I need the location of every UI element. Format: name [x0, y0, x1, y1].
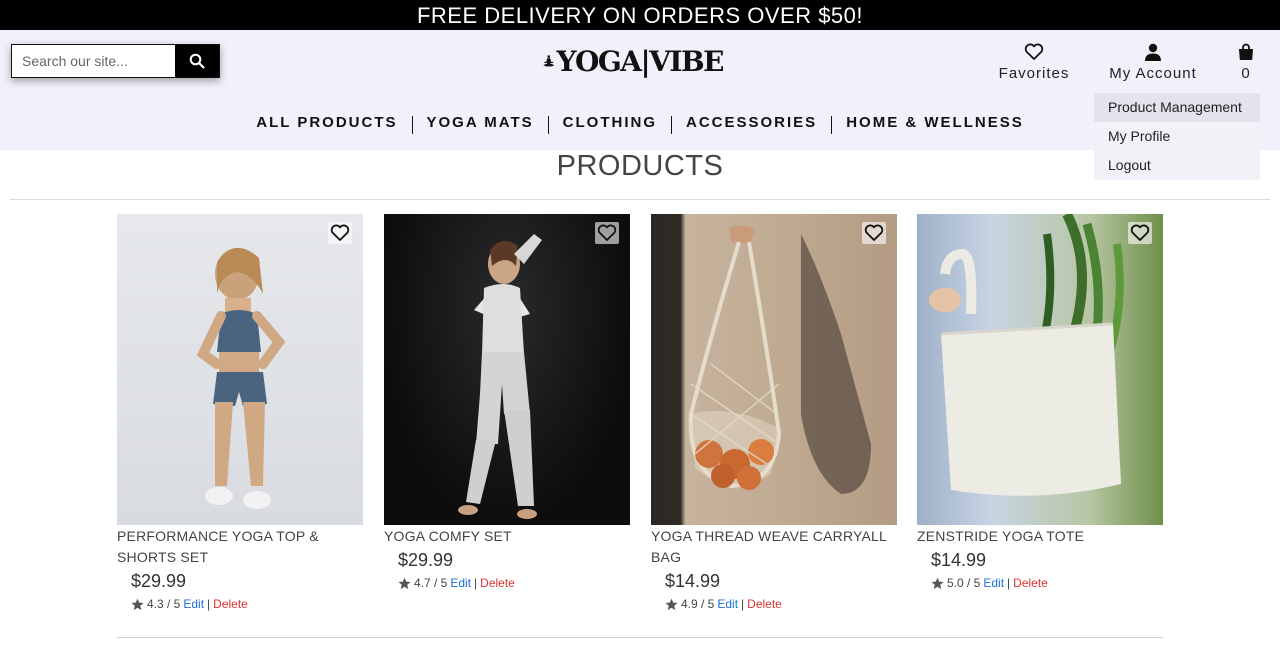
logo-text: YOGA|VIBE [556, 44, 724, 78]
heart-icon [1024, 43, 1044, 60]
my-account-label: My Account [1109, 65, 1197, 82]
site-logo[interactable]: YOGA|VIBE [543, 42, 724, 80]
product-card: PERFORMANCE YOGA TOP & SHORTS SET $29.99… [117, 214, 363, 611]
divider [117, 637, 1163, 638]
product-image[interactable] [117, 214, 363, 525]
heart-icon [1130, 224, 1150, 241]
product-price: $29.99 [398, 550, 454, 570]
heart-icon [597, 224, 617, 241]
shopping-bag-icon [1239, 43, 1253, 60]
product-photo-illustration [929, 214, 1124, 496]
product-rating: 4.9 / 5 [681, 597, 715, 611]
product-rating: 4.3 / 5 [147, 597, 181, 611]
separator: | [474, 576, 478, 590]
product-price: $14.99 [665, 571, 721, 591]
product-rating: 5.0 / 5 [947, 576, 981, 590]
product-name[interactable]: ZENSTRIDE YOGA TOTE [917, 526, 1163, 547]
heart-icon [330, 224, 350, 241]
search-button[interactable] [175, 45, 219, 77]
cart-link[interactable]: 0 [1232, 43, 1260, 82]
product-image[interactable] [384, 214, 630, 525]
star-icon [665, 598, 678, 610]
favorite-toggle[interactable] [595, 222, 619, 244]
site-header: YOGA|VIBE Favorites My Account 0 ALL PRO… [0, 30, 1280, 150]
product-card: ZENSTRIDE YOGA TOTE $14.99 5.0 / 5 Edit … [917, 214, 1163, 590]
menu-item-logout[interactable]: Logout [1094, 151, 1260, 180]
separator: | [1007, 576, 1011, 590]
search-input[interactable] [12, 45, 175, 77]
delete-link[interactable]: Delete [1013, 576, 1048, 590]
user-icon [1145, 43, 1161, 61]
edit-link[interactable]: Edit [983, 576, 1004, 590]
product-meta: 4.7 / 5 Edit | Delete [384, 576, 630, 590]
edit-link[interactable]: Edit [717, 597, 738, 611]
product-meta: 4.9 / 5 Edit | Delete [651, 597, 897, 611]
favorites-label: Favorites [998, 65, 1070, 82]
delete-link[interactable]: Delete [480, 576, 515, 590]
star-icon [931, 577, 944, 589]
product-image[interactable] [917, 214, 1163, 525]
separator: | [207, 597, 211, 611]
edit-link[interactable]: Edit [450, 576, 471, 590]
nav-item-accessories[interactable]: ACCESSORIES [672, 114, 831, 131]
product-price: $14.99 [931, 550, 987, 570]
favorite-toggle[interactable] [1128, 222, 1152, 244]
divider [10, 199, 1270, 200]
menu-item-product-management[interactable]: Product Management [1094, 93, 1260, 122]
meditating-person-icon [543, 55, 555, 67]
search-icon [189, 53, 205, 69]
product-name[interactable]: YOGA THREAD WEAVE CARRYALL BAG [651, 526, 897, 568]
my-account-link[interactable]: My Account [1105, 43, 1201, 82]
main-nav: ALL PRODUCTS YOGA MATS CLOTHING ACCESSOR… [0, 110, 1280, 134]
nav-item-clothing[interactable]: CLOTHING [549, 114, 671, 131]
product-photo-illustration [458, 234, 542, 519]
product-meta: 4.3 / 5 Edit | Delete [117, 597, 363, 611]
star-icon [398, 577, 411, 589]
cart-count: 0 [1241, 65, 1251, 82]
delete-link[interactable]: Delete [747, 597, 782, 611]
promo-banner: FREE DELIVERY ON ORDERS OVER $50! [0, 0, 1280, 30]
favorites-link[interactable]: Favorites [997, 43, 1071, 82]
product-image[interactable] [651, 214, 897, 525]
separator: | [741, 597, 745, 611]
product-name[interactable]: YOGA COMFY SET [384, 526, 630, 547]
nav-item-home-wellness[interactable]: HOME & WELLNESS [832, 114, 1038, 131]
edit-link[interactable]: Edit [183, 597, 204, 611]
product-card: YOGA THREAD WEAVE CARRYALL BAG $14.99 4.… [651, 214, 897, 611]
delete-link[interactable]: Delete [213, 597, 248, 611]
product-price: $29.99 [131, 571, 187, 591]
product-meta: 5.0 / 5 Edit | Delete [917, 576, 1163, 590]
star-icon [131, 598, 144, 610]
product-name[interactable]: PERFORMANCE YOGA TOP & SHORTS SET [117, 526, 363, 568]
product-card: YOGA COMFY SET $29.99 4.7 / 5 Edit | Del… [384, 214, 630, 590]
favorite-toggle[interactable] [862, 222, 886, 244]
heart-icon [864, 224, 884, 241]
favorite-toggle[interactable] [328, 222, 352, 244]
nav-item-yoga-mats[interactable]: YOGA MATS [413, 114, 548, 131]
menu-item-my-profile[interactable]: My Profile [1094, 122, 1260, 151]
product-rating: 4.7 / 5 [414, 576, 448, 590]
product-photo-illustration [688, 225, 871, 494]
nav-item-all-products[interactable]: ALL PRODUCTS [242, 114, 411, 131]
page-title: PRODUCTS [556, 150, 724, 182]
product-photo-illustration [196, 247, 286, 509]
search-form [11, 44, 220, 78]
account-dropdown-menu: Product Management My Profile Logout [1094, 93, 1260, 180]
